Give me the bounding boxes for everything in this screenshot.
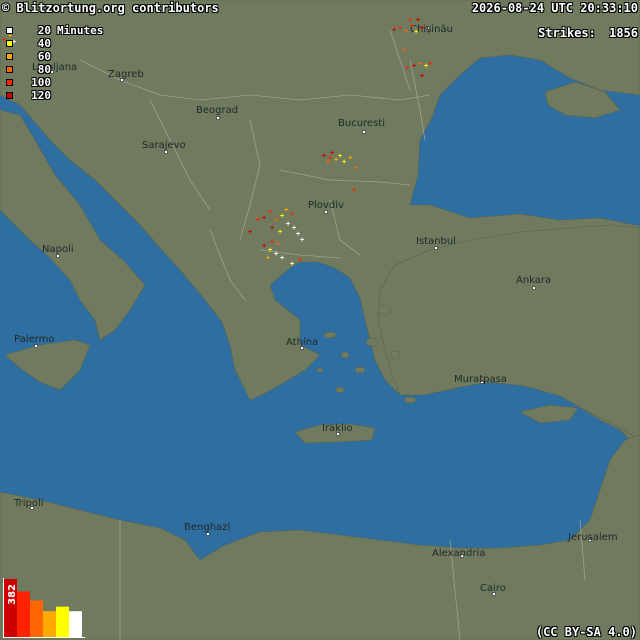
svg-text:+: +	[268, 246, 272, 254]
svg-text:+: +	[414, 28, 418, 36]
svg-text:+: +	[405, 64, 409, 72]
svg-text:+: +	[268, 208, 272, 216]
svg-text:+: +	[416, 16, 420, 24]
legend-label: 100	[31, 76, 51, 89]
svg-text:Jerusalem: Jerusalem	[567, 532, 618, 543]
city-jerusalem: Jerusalem	[567, 532, 618, 543]
histogram-bar	[30, 600, 43, 637]
histogram-bar	[17, 591, 30, 637]
legend-label: 20	[37, 24, 51, 37]
city-alexandria: Alexandria	[432, 548, 485, 559]
legend-label: 80	[37, 63, 51, 76]
legend-swatch	[6, 92, 13, 99]
svg-text:+: +	[404, 27, 408, 35]
svg-text:+: +	[266, 254, 270, 262]
svg-text:+: +	[408, 16, 412, 24]
svg-text:+: +	[274, 216, 278, 224]
svg-text:+: +	[284, 206, 288, 214]
svg-text:Athína: Athína	[286, 336, 318, 348]
svg-text:+: +	[330, 149, 334, 157]
svg-text:+: +	[256, 216, 260, 224]
svg-text:+: +	[270, 238, 274, 246]
svg-text:Iraklio: Iraklio	[322, 423, 353, 434]
svg-text:+: +	[300, 236, 304, 244]
svg-text:Bucuresti: Bucuresti	[338, 118, 385, 129]
legend-item: 40	[6, 37, 103, 50]
legend-label: 120	[31, 89, 51, 102]
city-muratpasa: Muratpasa	[454, 374, 507, 385]
svg-text:Alexandria: Alexandria	[432, 548, 485, 559]
svg-text:Beograd: Beograd	[196, 105, 238, 116]
svg-text:Palermo: Palermo	[14, 334, 54, 345]
svg-text:+: +	[276, 240, 280, 248]
svg-text:+: +	[274, 250, 278, 258]
svg-text:+: +	[420, 24, 424, 32]
svg-text:+: +	[412, 62, 416, 70]
svg-text:+: +	[262, 242, 266, 250]
svg-text:+: +	[278, 228, 282, 236]
svg-text:Cairo: Cairo	[480, 583, 506, 594]
legend-swatch	[6, 40, 13, 47]
svg-text:+: +	[286, 220, 290, 228]
credit-text: © Blitzortung.org contributors	[2, 1, 219, 15]
svg-text:+: +	[398, 24, 402, 32]
city-cairo: Cairo	[480, 583, 506, 596]
svg-text:+: +	[326, 158, 330, 166]
legend-swatch	[6, 66, 13, 73]
svg-text:Plovdiv: Plovdiv	[308, 200, 344, 211]
legend-suffix: Minutes	[57, 24, 104, 37]
svg-text:Ankara: Ankara	[516, 275, 551, 286]
legend-item: 20 Minutes	[6, 24, 103, 37]
legend-label: 40	[37, 37, 51, 50]
histogram-bar	[69, 611, 82, 637]
svg-text:Benghazi: Benghazi	[184, 522, 230, 533]
legend-item: 100	[6, 76, 103, 89]
svg-text:+: +	[298, 256, 302, 264]
legend-item: 80	[6, 63, 103, 76]
svg-text:+: +	[280, 254, 284, 262]
svg-text:+: +	[418, 60, 422, 68]
legend-swatch	[6, 27, 13, 34]
city-tripoli: Tripoli	[13, 498, 44, 510]
legend-item: 120	[6, 89, 103, 102]
city-zagreb: Zagreb	[108, 69, 144, 82]
age-legend: 20 Minutes 40 60 80 100 120	[6, 24, 103, 102]
license-text: (CC BY-SA 4.0)	[535, 625, 637, 639]
svg-text:Tripoli: Tripoli	[13, 498, 44, 509]
histogram-bar	[56, 606, 69, 637]
svg-text:+: +	[348, 154, 352, 162]
strikes-counter: Strikes: 1856	[538, 26, 638, 40]
svg-text:+: +	[290, 210, 294, 218]
strikes-label: Strikes:	[538, 26, 596, 40]
svg-text:Napoli: Napoli	[42, 244, 74, 255]
svg-text:Istanbul: Istanbul	[416, 236, 456, 247]
legend-item: 60	[6, 50, 103, 63]
svg-text:+: +	[342, 158, 346, 166]
svg-text:+: +	[290, 260, 294, 268]
timestamp: 2026-08-24 UTC 20:33:10	[471, 1, 638, 15]
histogram-bar	[43, 611, 56, 637]
svg-text:+: +	[428, 60, 432, 68]
svg-text:+: +	[270, 224, 274, 232]
svg-text:+: +	[354, 164, 358, 172]
svg-text:+: +	[420, 72, 424, 80]
svg-text:Sarajevo: Sarajevo	[142, 140, 186, 151]
legend-label: 60	[37, 50, 51, 63]
svg-text:+: +	[352, 186, 356, 194]
histogram-peak-label: 382	[7, 584, 18, 605]
legend-swatch	[6, 53, 13, 60]
svg-text:Zagreb: Zagreb	[108, 69, 144, 80]
svg-text:+: +	[262, 214, 266, 222]
strikes-count: 1856	[609, 26, 638, 40]
svg-text:Muratpasa: Muratpasa	[454, 374, 507, 385]
city-athina: Athína	[286, 336, 318, 350]
svg-text:+: +	[392, 26, 396, 34]
svg-text:+: +	[248, 228, 252, 236]
legend-swatch	[6, 79, 13, 86]
city-iraklio: Iraklio	[322, 423, 353, 436]
svg-text:+: +	[402, 46, 406, 54]
